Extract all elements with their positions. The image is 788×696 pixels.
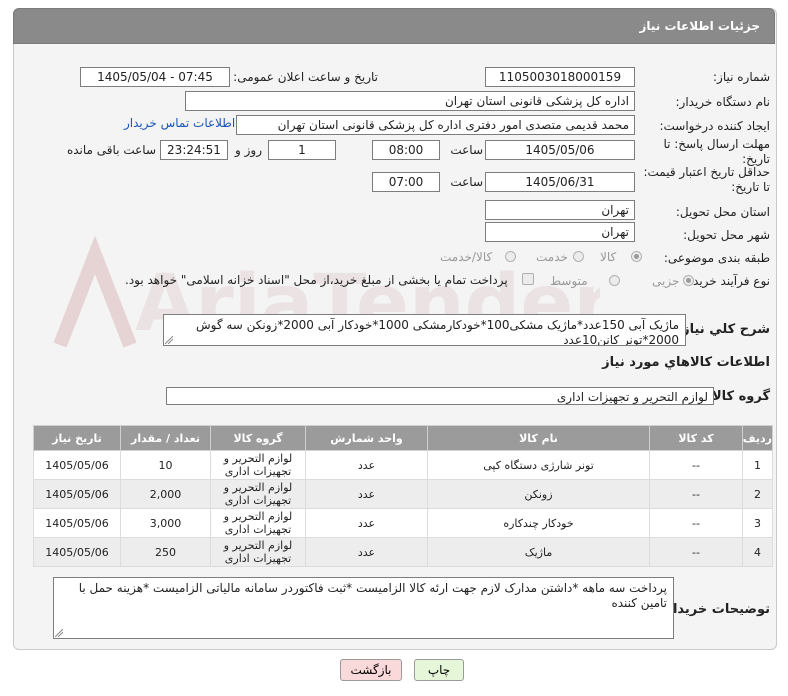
- table-cell: عدد: [305, 479, 428, 509]
- table-cell: خودکار چندکاره: [427, 508, 650, 538]
- table-cell: لوازم التحریر و تجهیزات اداری: [210, 479, 306, 509]
- items-table: ردیف کد کالا نام کالا واحد شمارش گروه کا…: [33, 425, 773, 567]
- deadline-label-date: تاریخ:: [742, 152, 770, 166]
- city-label: شهر محل تحویل:: [683, 228, 770, 242]
- announce-date-field: 1405/05/04 - 07:45: [80, 67, 230, 87]
- table-header-cell: ردیف: [742, 425, 773, 451]
- category-radio-goods[interactable]: [631, 251, 642, 262]
- goods-group-field: لوازم التحریر و تجهیزات اداری: [166, 387, 714, 405]
- table-cell: 1405/05/06: [33, 450, 121, 480]
- category-label: طبقه بندی موضوعی:: [663, 251, 770, 265]
- validity-label-date: تا تاریخ:: [731, 180, 770, 194]
- process-radio-minor[interactable]: [683, 275, 694, 286]
- resize-grip-icon[interactable]: [55, 629, 63, 637]
- process-radio-medium[interactable]: [609, 275, 620, 286]
- goods-info-title: اطلاعات کالاهاي مورد نياز: [602, 355, 770, 370]
- resize-grip-icon[interactable]: [165, 336, 173, 344]
- creator-field: محمد قدیمی متصدی امور دفتری اداره کل پزش…: [236, 115, 635, 135]
- goods-group-label: گروه کالا:: [706, 389, 770, 404]
- table-cell: 2,000: [120, 479, 211, 509]
- back-button[interactable]: بازگشت: [340, 659, 402, 681]
- announce-date-label: تاریخ و ساعت اعلان عمومی:: [233, 70, 378, 84]
- treasury-payment-note: پرداخت تمام یا بخشی از مبلغ خرید،از محل …: [125, 273, 508, 287]
- table-cell: 250: [120, 537, 211, 567]
- page-title: جزئیات اطلاعات نیاز: [639, 19, 760, 33]
- buyer-org-field: اداره کل پزشکی قانونی استان تهران: [185, 91, 635, 111]
- need-number-field: 1105003018000159: [485, 67, 635, 87]
- table-header-row: ردیف کد کالا نام کالا واحد شمارش گروه کا…: [33, 425, 773, 451]
- days-label: روز و: [235, 143, 262, 157]
- table-cell: عدد: [305, 537, 428, 567]
- table-cell: --: [649, 537, 743, 567]
- table-cell: لوازم التحریر و تجهیزات اداری: [210, 508, 306, 538]
- province-field: تهران: [485, 200, 635, 220]
- table-cell: عدد: [305, 450, 428, 480]
- table-cell: 3: [742, 508, 773, 538]
- deadline-time-field: 08:00: [372, 140, 440, 160]
- table-cell: 1: [742, 450, 773, 480]
- deadline-label: مهلت ارسال پاسخ: تا: [663, 137, 770, 151]
- table-cell: 1405/05/06: [33, 508, 121, 538]
- table-header-cell: گروه کالا: [210, 425, 306, 451]
- table-cell: 4: [742, 537, 773, 567]
- city-field: تهران: [485, 222, 635, 242]
- table-cell: زونکن: [427, 479, 650, 509]
- deadline-date-field: 1405/05/06: [485, 140, 635, 160]
- table-header-cell: تاریخ نیاز: [33, 425, 121, 451]
- table-cell: 10: [120, 450, 211, 480]
- table-cell: تونر شارژی دستگاه کپی: [427, 450, 650, 480]
- validity-time-label: ساعت: [450, 175, 483, 189]
- table-cell: لوازم التحریر و تجهیزات اداری: [210, 537, 306, 567]
- table-header-cell: نام کالا: [427, 425, 650, 451]
- validity-time-field: 07:00: [372, 172, 440, 192]
- table-header-cell: کد کالا: [649, 425, 743, 451]
- table-cell: 3,000: [120, 508, 211, 538]
- table-cell: 2: [742, 479, 773, 509]
- category-radio-service[interactable]: [573, 251, 584, 262]
- table-cell: 1405/05/06: [33, 479, 121, 509]
- remaining-time-label: ساعت باقی مانده: [66, 143, 156, 157]
- table-row: 1 -- تونر شارژی دستگاه کپی عدد لوازم الت…: [33, 450, 773, 480]
- province-label: استان محل تحویل:: [675, 205, 770, 219]
- process-option-medium: متوسط: [550, 274, 588, 288]
- validity-label: حداقل تاریخ اعتبار قیمت:: [643, 165, 770, 179]
- buyer-org-label: نام دستگاه خریدار:: [675, 95, 771, 109]
- table-cell: 1405/05/06: [33, 537, 121, 567]
- need-number-label: شماره نیاز:: [713, 70, 770, 84]
- category-radio-both[interactable]: [505, 251, 516, 262]
- table-row: 4 -- ماژیک عدد لوازم التحریر و تجهیزات ا…: [33, 537, 773, 567]
- table-header-cell: تعداد / مقدار: [120, 425, 211, 451]
- table-cell: ماژیک: [427, 537, 650, 567]
- days-field: 1: [268, 140, 336, 160]
- table-cell: --: [649, 508, 743, 538]
- contact-info-link[interactable]: اطلاعات تماس خریدار: [124, 116, 235, 130]
- summary-field: ماژیک آبی 150عدد*ماژیک مشکی100*خودکارمشک…: [163, 314, 686, 346]
- table-header-cell: واحد شمارش: [305, 425, 428, 451]
- buyer-notes-label: توضیحات خریدار:: [660, 602, 770, 617]
- process-option-minor: جزیی: [652, 274, 680, 288]
- category-option-goods: کالا: [600, 250, 617, 264]
- table-cell: --: [649, 479, 743, 509]
- table-cell: لوازم التحریر و تجهیزات اداری: [210, 450, 306, 480]
- table-cell: --: [649, 450, 743, 480]
- table-cell: عدد: [305, 508, 428, 538]
- category-option-both: کالا/خدمت: [440, 250, 493, 264]
- deadline-time-label: ساعت: [450, 143, 483, 157]
- table-row: 2 -- زونکن عدد لوازم التحریر و تجهیزات ا…: [33, 479, 773, 509]
- creator-label: ایجاد کننده درخواست:: [659, 119, 770, 133]
- process-label: نوع فرآیند خرید :: [685, 274, 770, 288]
- print-button[interactable]: چاپ: [414, 659, 464, 681]
- remaining-time-field: 23:24:51: [160, 140, 228, 160]
- page-header: جزئیات اطلاعات نیاز: [13, 8, 775, 44]
- treasury-payment-checkbox[interactable]: [522, 273, 534, 285]
- validity-date-field: 1405/06/31: [485, 172, 635, 192]
- summary-label: شرح کلي نياز:: [676, 322, 770, 337]
- category-option-service: خدمت: [536, 250, 568, 264]
- buyer-notes-field: پرداخت سه ماهه *داشتن مدارک لازم جهت ارئ…: [53, 577, 674, 639]
- table-row: 3 -- خودکار چندکاره عدد لوازم التحریر و …: [33, 508, 773, 538]
